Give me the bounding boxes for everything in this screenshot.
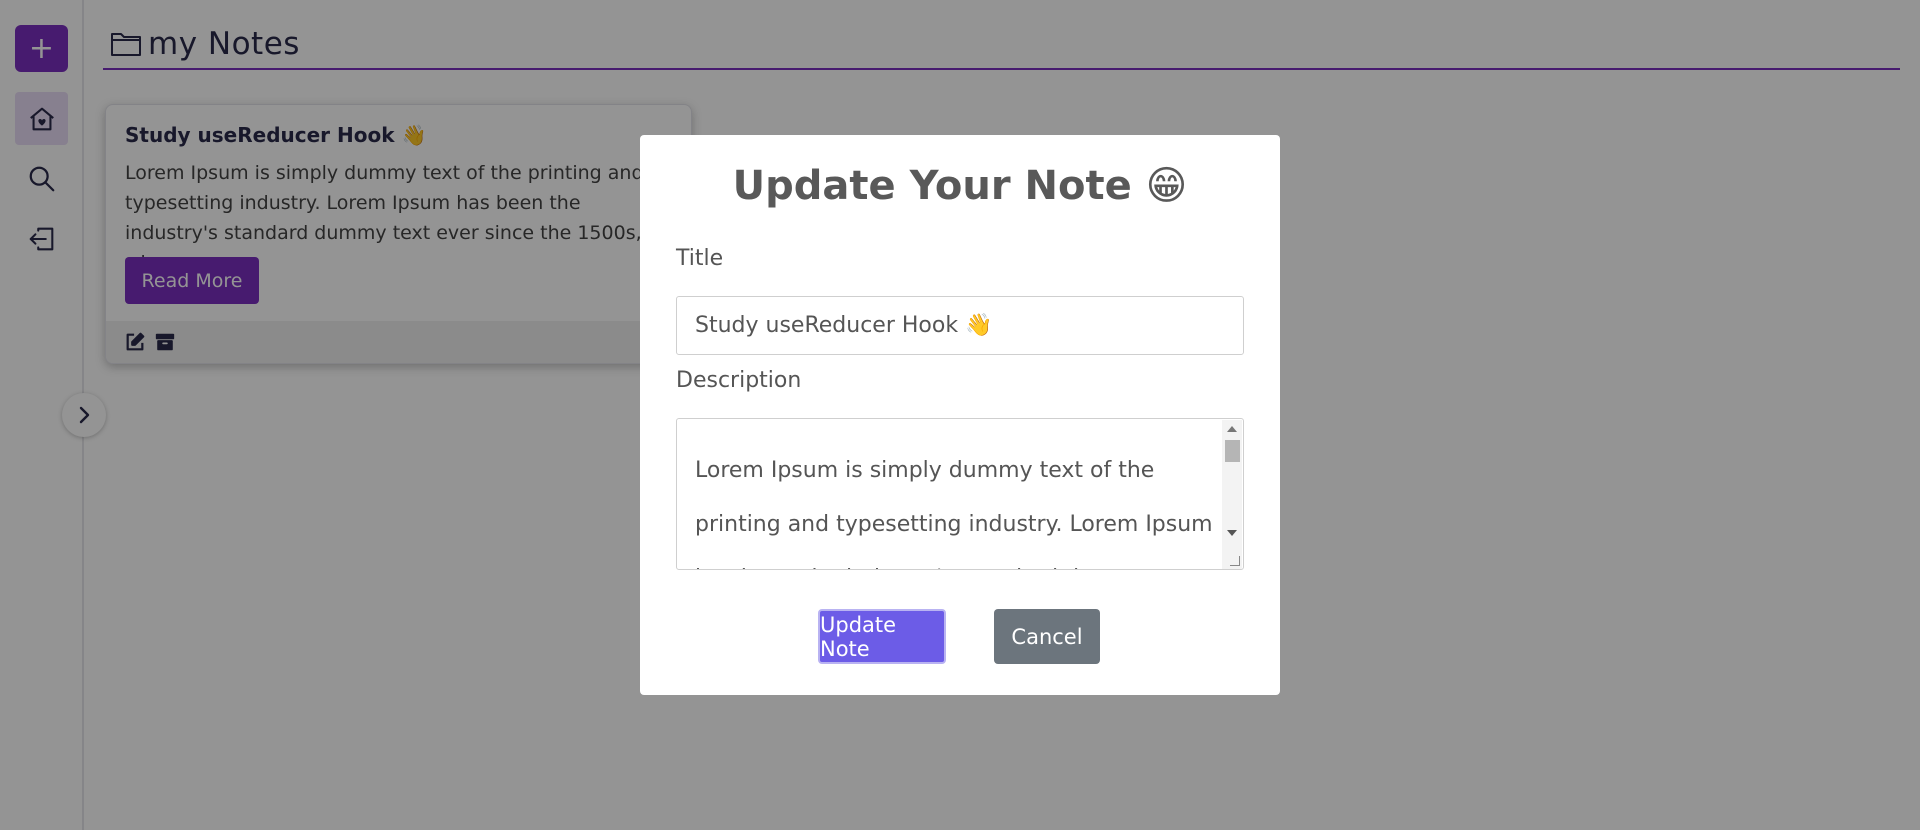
title-input[interactable] [676,296,1244,355]
update-note-button[interactable]: Update Note [818,609,946,664]
update-note-modal: Update Your Note 😁 Title Description Lor… [640,135,1280,695]
scroll-thumb[interactable] [1225,440,1240,462]
description-textarea[interactable]: Lorem Ipsum is simply dummy text of the … [676,418,1244,570]
description-text: Lorem Ipsum is simply dummy text of the … [695,458,1213,569]
scroll-down-arrow-icon[interactable] [1227,530,1237,536]
description-label: Description [676,368,802,393]
title-label: Title [676,246,724,271]
modal-title: Update Your Note 😁 [732,163,1188,209]
textarea-scrollbar[interactable] [1222,420,1242,569]
scroll-up-arrow-icon[interactable] [1227,426,1237,432]
cancel-button[interactable]: Cancel [994,609,1100,664]
resize-grip-icon[interactable] [1230,556,1240,566]
